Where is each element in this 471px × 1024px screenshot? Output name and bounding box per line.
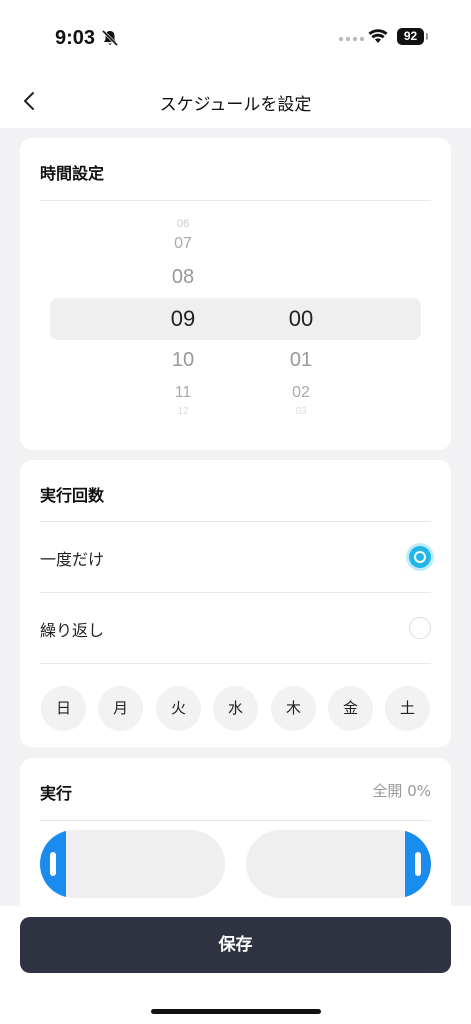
hour-option[interactable]: 12 (153, 406, 213, 417)
day-thursday[interactable]: 木 (271, 686, 316, 731)
wifi-icon (368, 29, 388, 43)
handle-grip (415, 852, 421, 876)
battery-cap (426, 33, 428, 40)
option-once[interactable]: 一度だけ (20, 522, 451, 592)
save-button[interactable]: 保存 (20, 917, 451, 973)
minute-option[interactable]: 01 (271, 349, 331, 372)
curtain-right-handle[interactable] (405, 830, 431, 898)
signal-icon (338, 36, 364, 42)
bell-muted-icon (101, 29, 119, 47)
bottom-bar: 保存 (0, 906, 471, 1024)
divider (40, 200, 431, 201)
execute-heading: 実行 (40, 784, 73, 803)
run-count-heading: 実行回数 (40, 486, 105, 505)
status-time: 9:03 (55, 27, 96, 49)
curtain-left-handle[interactable] (40, 830, 66, 898)
minute-option[interactable]: 03 (271, 406, 331, 417)
divider (40, 663, 431, 664)
time-setting-heading: 時間設定 (40, 164, 105, 183)
day-tuesday[interactable]: 火 (156, 686, 201, 731)
divider (40, 820, 431, 821)
option-repeat[interactable]: 繰り返し (20, 593, 451, 663)
curtain-right-panel (246, 830, 431, 898)
picker-selection-band (50, 298, 421, 340)
nav-bar: スケジュールを設定 (0, 74, 471, 128)
home-indicator (151, 1009, 321, 1014)
day-friday[interactable]: 金 (328, 686, 373, 731)
execute-status: 全開 0% (372, 782, 431, 800)
time-setting-card: 時間設定 06 07 08 09 10 11 12 00 01 02 03 (20, 138, 451, 450)
hour-option[interactable]: 10 (153, 349, 213, 372)
hour-option[interactable]: 08 (153, 266, 213, 289)
status-bar: 9:03 92 (0, 0, 471, 74)
minute-option[interactable]: 02 (271, 384, 331, 402)
hour-option[interactable]: 06 (153, 218, 213, 230)
hour-option[interactable]: 07 (153, 235, 213, 253)
radio-selected-icon[interactable] (409, 546, 431, 568)
minute-selected[interactable]: 00 (271, 306, 331, 332)
radio-unselected-icon[interactable] (409, 617, 431, 639)
hour-option[interactable]: 11 (153, 384, 213, 402)
run-count-card: 実行回数 一度だけ 繰り返し 日 月 火 水 木 金 土 (20, 460, 451, 747)
hour-selected[interactable]: 09 (153, 306, 213, 332)
day-saturday[interactable]: 土 (385, 686, 430, 731)
curtain-left-panel (40, 830, 225, 898)
handle-grip (50, 852, 56, 876)
day-monday[interactable]: 月 (98, 686, 143, 731)
day-sunday[interactable]: 日 (41, 686, 86, 731)
option-once-label: 一度だけ (40, 550, 105, 569)
execute-card: 実行 全開 0% (20, 758, 451, 928)
page-title: スケジュールを設定 (159, 95, 312, 115)
day-wednesday[interactable]: 水 (213, 686, 258, 731)
option-repeat-label: 繰り返し (40, 621, 105, 640)
battery-indicator: 92 (397, 28, 424, 45)
